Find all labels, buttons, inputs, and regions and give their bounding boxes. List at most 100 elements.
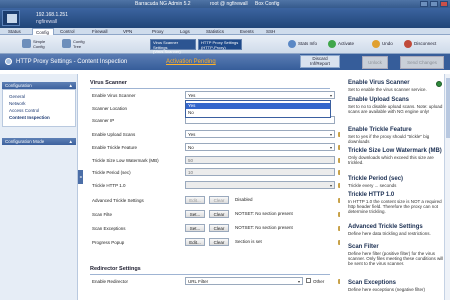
help-item: Enable Virus Scanner Set to enable the v… bbox=[348, 80, 448, 92]
row-progress-popup: Progress Popup Edit... Clear Section is … bbox=[90, 238, 342, 247]
field-label: Trickle Period (sec) bbox=[92, 170, 131, 175]
tab-statistics[interactable]: Statistics bbox=[206, 28, 224, 35]
row-advanced-trickle: Advanced Trickle Settings Edit... Clear … bbox=[90, 196, 342, 205]
dropdown-option-yes[interactable]: Yes bbox=[186, 103, 330, 109]
breadcrumb-virus-scanner[interactable]: Virus Scanner Settings (Virus Scanner) bbox=[150, 39, 196, 54]
report-label: Inf/Report bbox=[310, 60, 330, 66]
tab-events[interactable]: Events bbox=[240, 28, 254, 35]
activate-icon bbox=[328, 39, 336, 48]
trickle-http10-select[interactable]: ▾ bbox=[185, 181, 335, 189]
breadcrumb-http-proxy[interactable]: HTTP Proxy Settings (HTTP-Proxy) bbox=[198, 39, 242, 50]
help-item: Scan Exceptions Define here exceptions (… bbox=[348, 280, 448, 292]
chevron-down-icon: ▾ bbox=[329, 93, 332, 98]
gear-icon bbox=[5, 58, 12, 65]
field-label: Progress Popup bbox=[92, 240, 125, 245]
tab-firewall[interactable]: Firewall bbox=[92, 28, 108, 35]
host-name: ngfirewall bbox=[36, 19, 58, 25]
help-body: Define here filter (positive filter) for… bbox=[348, 251, 444, 266]
enable-trickle-select[interactable]: No ▾ bbox=[185, 143, 335, 151]
help-panel: Enable Virus Scanner Set to enable the v… bbox=[340, 74, 450, 300]
simple-config-button[interactable]: Simple Config bbox=[22, 37, 56, 52]
sidebar-config-mode-header[interactable]: Configuration Mode ▲ bbox=[2, 138, 76, 145]
sidebar-item-network[interactable]: Network bbox=[9, 101, 26, 106]
minimize-button[interactable] bbox=[420, 1, 428, 7]
help-item: Trickle Size Low Watermark (MB) Only dow… bbox=[348, 148, 448, 165]
close-button[interactable] bbox=[440, 1, 448, 7]
tab-ssh[interactable]: SSH bbox=[266, 28, 275, 35]
help-item: Advanced Trickle Settings Define here da… bbox=[348, 224, 448, 236]
crumb-hp-line2: (HTTP-Proxy) bbox=[201, 44, 226, 50]
action-buttons: Discard Inf/Report Unlock Send Changes bbox=[300, 54, 450, 70]
help-title: Enable Upload Scans bbox=[348, 97, 410, 103]
row-enable-trickle: Enable Trickle Feature No ▾ bbox=[90, 143, 342, 152]
help-body: Only downloads which exceed this size ar… bbox=[348, 155, 434, 165]
activate-button[interactable]: Activate bbox=[328, 38, 354, 50]
field-value: 10 bbox=[188, 170, 194, 175]
other-checkbox[interactable] bbox=[306, 278, 311, 283]
field-label: Scan Exceptions bbox=[92, 226, 126, 231]
enable-virus-scanner-select[interactable]: Yes ▾ bbox=[185, 91, 335, 99]
progress-popup-status: Section is set bbox=[235, 239, 262, 244]
dropdown-option-no[interactable]: No bbox=[186, 110, 330, 116]
activate-label: Activate bbox=[338, 41, 355, 46]
disconnect-button[interactable]: Disconnect bbox=[404, 38, 436, 50]
sidebar-collapse-handle[interactable]: ◂ bbox=[78, 170, 83, 184]
progress-popup-clear-button[interactable]: Clear bbox=[209, 238, 229, 246]
tab-config[interactable]: Config bbox=[32, 28, 54, 35]
tab-proxy[interactable]: Proxy bbox=[152, 28, 164, 35]
scan-exceptions-set-button[interactable]: Set... bbox=[185, 224, 205, 232]
row-enable-virus-scanner: Enable Virus Scanner Yes ▾ bbox=[90, 91, 340, 100]
select-value: URL Filter bbox=[188, 279, 209, 284]
progress-popup-edit-button[interactable]: Edit... bbox=[185, 238, 205, 246]
advanced-trickle-clear-button[interactable]: Clear bbox=[209, 196, 229, 204]
tab-control[interactable]: Control bbox=[60, 28, 75, 35]
undo-button[interactable]: Undo bbox=[372, 38, 393, 50]
sidebar-item-content-inspection[interactable]: Content Inspection bbox=[9, 115, 50, 120]
disconnect-icon bbox=[404, 39, 412, 48]
window-title-section: Box Config bbox=[255, 1, 280, 7]
trickle-period-field[interactable]: 10 bbox=[185, 168, 335, 176]
help-body: In HTTP 1.0 the content size is NOT a re… bbox=[348, 199, 442, 214]
chevron-down-icon: ▾ bbox=[329, 145, 332, 150]
tab-vpn[interactable]: VPN bbox=[123, 28, 132, 35]
tab-status[interactable]: Status bbox=[8, 28, 21, 35]
trickle-size-field[interactable]: 50 bbox=[185, 156, 335, 164]
row-enable-upload-scans: Enable Upload Scans Yes ▾ bbox=[90, 130, 342, 139]
field-label: Enable Upload Scans bbox=[92, 132, 136, 137]
enable-upload-scans-select[interactable]: Yes ▾ bbox=[185, 130, 335, 138]
send-changes-button[interactable]: Send Changes bbox=[400, 56, 444, 69]
advanced-trickle-edit-button[interactable]: Edit... bbox=[185, 196, 205, 204]
maximize-button[interactable] bbox=[430, 1, 438, 7]
help-body: Set to no to disable upload scans. Note:… bbox=[348, 104, 443, 114]
field-value: 50 bbox=[188, 158, 194, 163]
chevron-up-icon: ▲ bbox=[68, 83, 73, 88]
enable-redirector-select[interactable]: URL Filter ▾ bbox=[185, 277, 303, 285]
row-scan-filter: Scan Filte Set... Clear NOTSET: No secti… bbox=[90, 210, 342, 219]
help-body: Trickle every ... seconds bbox=[348, 183, 397, 188]
sidebar-config-mode-title: Configuration Mode bbox=[5, 139, 45, 144]
info-icon bbox=[288, 39, 296, 48]
scan-filter-status: NOTSET: No section present bbox=[235, 211, 293, 216]
help-scrollbar[interactable] bbox=[444, 74, 450, 300]
activation-pending-link[interactable]: Activation Pending bbox=[166, 59, 216, 65]
help-title: Trickle HTTP 1.0 bbox=[348, 192, 395, 198]
chevron-down-icon: ▾ bbox=[329, 132, 332, 137]
tab-logs[interactable]: Logs bbox=[180, 28, 190, 35]
app-logo[interactable] bbox=[2, 10, 20, 26]
other-label: Other bbox=[313, 279, 325, 284]
help-title: Enable Virus Scanner bbox=[348, 80, 410, 86]
sidebar-item-general[interactable]: General bbox=[9, 94, 25, 99]
field-label: Scanner IP bbox=[92, 118, 115, 123]
scan-filter-set-button[interactable]: Set... bbox=[185, 210, 205, 218]
sidebar-configuration-header[interactable]: Configuration ▲ bbox=[2, 82, 76, 89]
scrollbar-thumb[interactable] bbox=[446, 78, 450, 138]
sidebar-config-list: General Network Access Control Content I… bbox=[2, 89, 76, 127]
unlock-button[interactable]: Unlock bbox=[362, 56, 388, 69]
discard-report-button[interactable]: Discard Inf/Report bbox=[300, 55, 340, 68]
scan-filter-clear-button[interactable]: Clear bbox=[209, 210, 229, 218]
help-body: Define here data trickling and restricti… bbox=[348, 231, 431, 236]
config-tree-button[interactable]: Config Tree bbox=[62, 37, 94, 52]
scan-exceptions-clear-button[interactable]: Clear bbox=[209, 224, 229, 232]
sidebar-item-access-control[interactable]: Access Control bbox=[9, 108, 39, 113]
stats-info-button[interactable]: Stats Info bbox=[288, 38, 317, 50]
